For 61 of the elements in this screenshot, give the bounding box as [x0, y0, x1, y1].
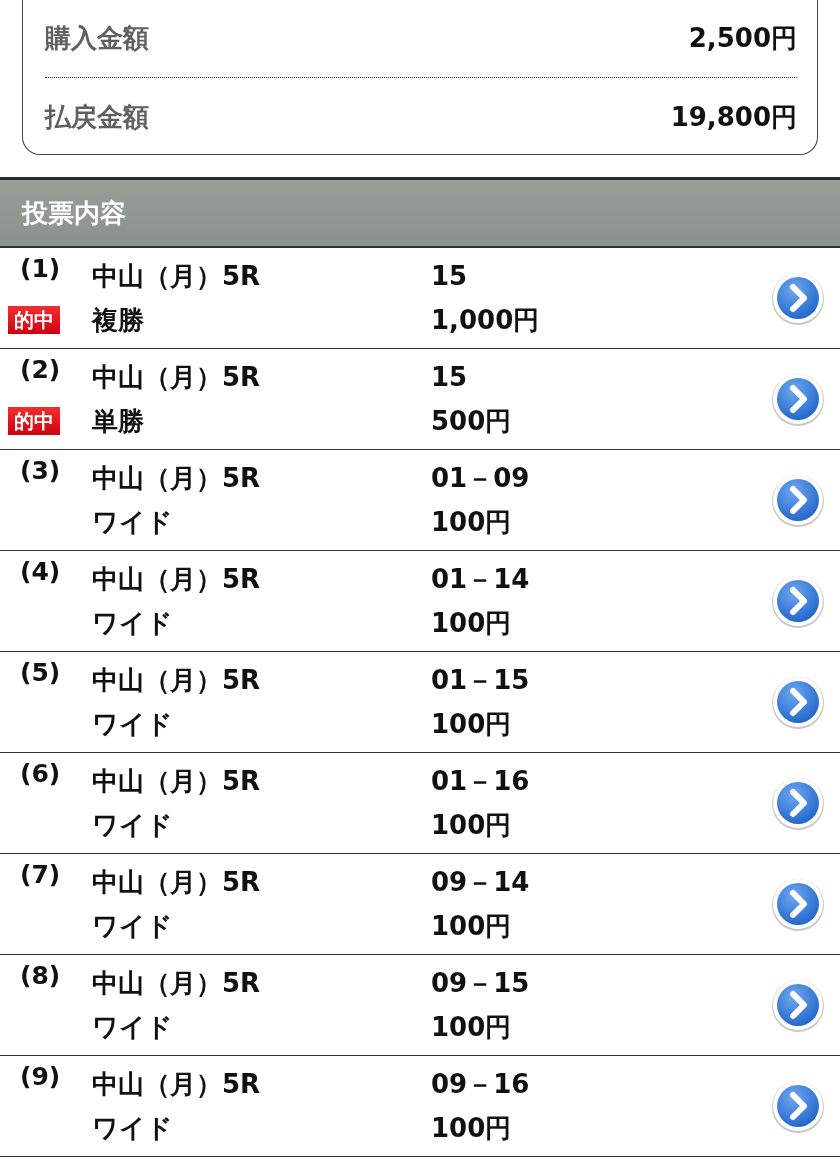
chevron-right-icon[interactable] — [770, 472, 826, 528]
bet-selection: 01－09 — [431, 461, 531, 495]
bet-type: ワイド — [92, 909, 174, 943]
bet-amount: 100円 — [431, 606, 513, 640]
race-name: 中山（月）5R — [92, 1067, 262, 1101]
bet-selection: 09－14 — [431, 865, 531, 899]
chevron-right-icon[interactable] — [770, 573, 826, 629]
bet-selection: 15 — [431, 362, 469, 392]
chevron-right-icon[interactable] — [770, 1078, 826, 1134]
bet-type: ワイド — [92, 1010, 174, 1044]
race-name: 中山（月）5R — [92, 259, 262, 293]
bet-number: (6) — [19, 759, 62, 788]
bet-number: (7) — [19, 860, 62, 889]
bet-amount: 100円 — [431, 808, 513, 842]
hit-badge: 的中 — [8, 407, 60, 435]
bet-selection: 01－16 — [431, 764, 531, 798]
bet-type: ワイド — [92, 707, 174, 741]
hit-badge: 的中 — [8, 306, 60, 334]
race-name: 中山（月）5R — [92, 461, 262, 495]
summary-label: 購入金額 — [45, 22, 149, 55]
chevron-right-icon[interactable] — [770, 977, 826, 1033]
chevron-right-icon[interactable] — [770, 270, 826, 326]
bet-amount: 100円 — [431, 1010, 513, 1044]
chevron-right-icon[interactable] — [770, 674, 826, 730]
bet-type: ワイド — [92, 606, 174, 640]
bet-amount: 500円 — [431, 404, 513, 438]
bet-amount: 100円 — [431, 1111, 513, 1145]
bet-amount: 1,000円 — [431, 303, 541, 337]
bet-amount: 100円 — [431, 505, 513, 539]
summary-value: 2,500円 — [688, 22, 797, 55]
bet-type: ワイド — [92, 808, 174, 842]
bet-number: (9) — [19, 1062, 62, 1091]
summary-value: 19,800円 — [670, 100, 797, 134]
bet-type: 単勝 — [92, 404, 145, 438]
race-name: 中山（月）5R — [92, 562, 262, 596]
bet-amount: 100円 — [431, 909, 513, 943]
bet-number: (1) — [19, 254, 62, 283]
bet-selection: 09－15 — [431, 966, 531, 1000]
race-name: 中山（月）5R — [92, 865, 262, 899]
section-title: 投票内容 — [22, 196, 126, 230]
bet-number: (5) — [19, 658, 62, 687]
bet-selection: 15 — [431, 261, 469, 291]
chevron-right-icon[interactable] — [770, 876, 826, 932]
bet-number: (2) — [19, 355, 62, 384]
race-name: 中山（月）5R — [92, 966, 262, 1000]
bet-selection: 09－16 — [431, 1067, 531, 1101]
bet-type: ワイド — [92, 505, 174, 539]
race-name: 中山（月）5R — [92, 360, 262, 394]
summary-label: 払戻金額 — [45, 100, 149, 134]
chevron-right-icon[interactable] — [770, 775, 826, 831]
bet-number: (8) — [19, 961, 62, 990]
race-name: 中山（月）5R — [92, 764, 262, 798]
bet-amount: 100円 — [431, 707, 513, 741]
bet-type: ワイド — [92, 1111, 174, 1145]
bet-selection: 01－14 — [431, 562, 531, 596]
race-name: 中山（月）5R — [92, 663, 262, 697]
bet-selection: 01－15 — [431, 663, 531, 697]
bet-number: (3) — [19, 456, 62, 485]
bet-type: 複勝 — [92, 303, 145, 337]
bet-number: (4) — [19, 557, 62, 586]
chevron-right-icon[interactable] — [770, 371, 826, 427]
